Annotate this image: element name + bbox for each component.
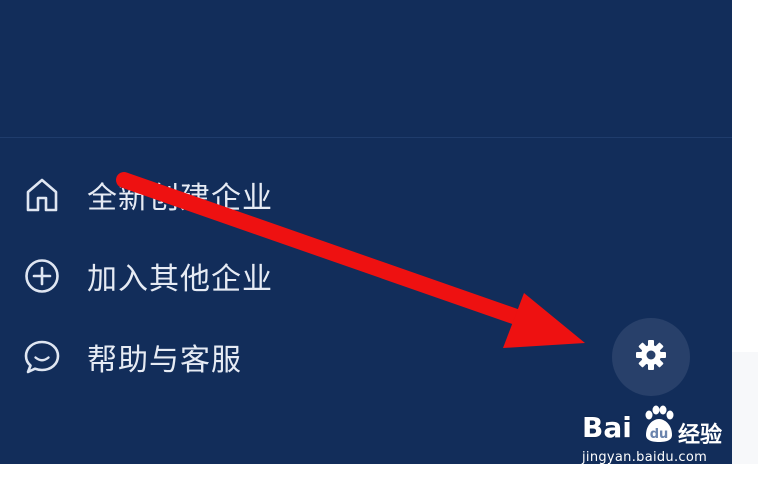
baidu-jingyan-watermark: Bai du 经验 jingyan.baidu.com — [582, 403, 732, 469]
baidu-logo-text: Bai — [582, 411, 632, 444]
jingyan-brand-text: 经验 — [678, 423, 723, 448]
baidu-du-text: du — [650, 427, 669, 442]
jingyan-url-text: jingyan.baidu.com — [582, 450, 708, 465]
baidu-paw-logo: du — [642, 405, 676, 443]
